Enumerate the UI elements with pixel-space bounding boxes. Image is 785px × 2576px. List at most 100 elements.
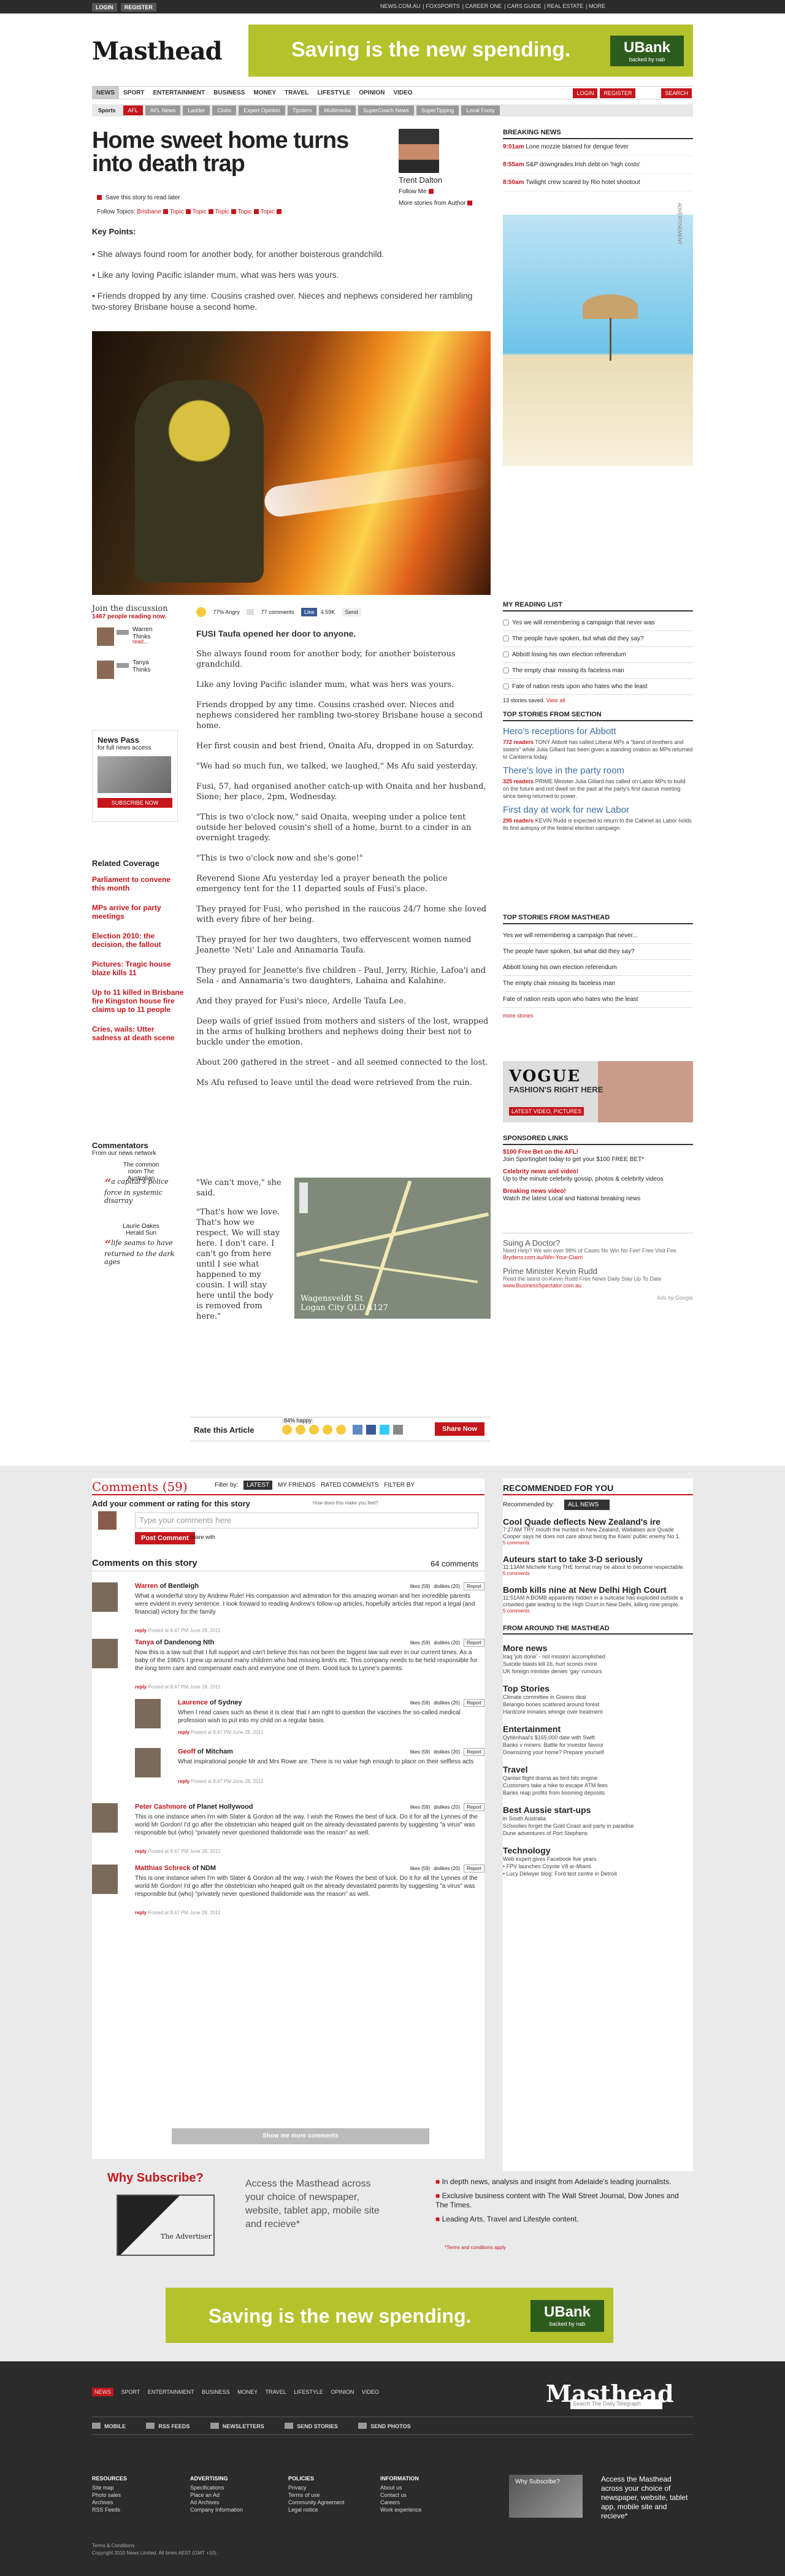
footer-nav-item[interactable]: ENTERTAINMENT — [148, 2389, 194, 2395]
nav-register-button[interactable]: REGISTER — [600, 88, 636, 98]
subnav-item[interactable]: Clubs — [212, 105, 237, 115]
newsletters-link[interactable]: NEWSLETTERS — [210, 2423, 264, 2429]
bottom-banner-ad[interactable]: Saving is the new spending. UBank backed … — [166, 2288, 613, 2343]
network-link[interactable]: NEWS.COM.AU — [380, 3, 421, 9]
subnav-item[interactable]: Ladder — [183, 105, 210, 115]
email-icon[interactable] — [353, 1425, 362, 1435]
nav-item-travel[interactable]: TRAVEL — [280, 86, 313, 99]
sad-emoji-icon[interactable] — [309, 1425, 319, 1435]
subnav-item[interactable]: SuperTipping — [416, 105, 459, 115]
surprised-emoji-icon[interactable] — [296, 1425, 305, 1435]
topic-link[interactable]: Brisbane — [137, 209, 161, 215]
reply-link[interactable]: reply — [178, 1730, 190, 1735]
terms-link[interactable]: *Terms and conditions apply — [445, 2245, 506, 2250]
dislike-link[interactable]: dislikes (20) — [434, 1700, 460, 1706]
footer-nav-item[interactable]: NEWS — [92, 2388, 113, 2396]
like-link[interactable]: likes (59) — [410, 1700, 430, 1706]
breaking-item[interactable]: 9:01am Lone mozzie blamed for dengue fev… — [503, 143, 693, 156]
subscribe-button[interactable]: SUBSCRIBE NOW — [98, 798, 172, 808]
report-button[interactable]: Report — [463, 1582, 484, 1590]
subnav-item[interactable]: Multimedia — [319, 105, 356, 115]
author-avatar[interactable] — [399, 129, 439, 173]
reply-link[interactable]: reply — [135, 1849, 147, 1854]
footer-why-subscribe[interactable]: Why Subscribe? Access the Masthead acros… — [509, 2475, 693, 2520]
report-button[interactable]: Report — [463, 1865, 484, 1873]
footer-nav-item[interactable]: SPORT — [121, 2389, 140, 2395]
related-link[interactable]: MPs arrive for party meetings — [92, 903, 184, 921]
section-story[interactable]: First day at work for new Labor 295 reade… — [503, 805, 693, 832]
related-link[interactable]: Cries, wails: Utter sadness at death sce… — [92, 1025, 184, 1042]
rss-link[interactable]: RSS FEEDS — [146, 2423, 190, 2429]
nav-item-sport[interactable]: SPORT — [119, 86, 148, 99]
network-link[interactable]: FOXSPORTS — [426, 3, 459, 9]
comments-link[interactable]: 77 comments — [261, 609, 294, 615]
like-link[interactable]: likes (59) — [410, 1584, 430, 1589]
subscribe-message[interactable]: Access the Masthead across your choice o… — [245, 2177, 380, 2231]
happy-emoji-icon[interactable] — [282, 1425, 292, 1435]
reply-link[interactable]: reply — [135, 1628, 147, 1633]
author-name[interactable]: Trent Dalton — [399, 175, 497, 185]
footer-search-input[interactable]: Search The Daily Telegraph — [570, 2399, 662, 2409]
recommended-story[interactable]: Bomb kills nine at New Delhi High Court 1… — [503, 1585, 693, 1614]
send-photos-link[interactable]: SEND PHOTOS — [358, 2423, 410, 2429]
nav-item-news[interactable]: NEWS — [92, 86, 119, 99]
reading-item[interactable]: The empty chair missing its faceless man — [503, 663, 693, 679]
recommended-story[interactable]: Auteurs start to take 3-D seriously 11:13… — [503, 1554, 693, 1576]
related-link[interactable]: Parliament to convene this month — [92, 875, 184, 892]
network-link[interactable]: REAL ESTATE — [547, 3, 583, 9]
breaking-item[interactable]: 8:50am Twilight crew scared by Rio hotel… — [503, 178, 693, 191]
reading-item[interactable]: Yes we will remembering a campaign that … — [503, 615, 693, 631]
section-story[interactable]: Hero's receptions for Abbott 772 readers … — [503, 726, 693, 761]
story-link[interactable]: Fate of nation rests upon who hates who … — [503, 992, 693, 1008]
related-link[interactable]: Election 2010: the decision, the fallout — [92, 932, 184, 949]
filter-friends[interactable]: MY FRIENDS — [278, 1482, 316, 1489]
location-map[interactable]: Wagensveldt St Logan City QLD 4127 — [294, 1178, 491, 1319]
nav-login-button[interactable]: LOGIN — [573, 88, 598, 98]
network-link[interactable]: CAREER ONE — [465, 3, 502, 9]
send-button[interactable]: Send — [342, 608, 361, 616]
dislike-link[interactable]: dislikes (20) — [434, 1866, 460, 1871]
like-link[interactable]: likes (59) — [410, 1749, 430, 1755]
show-more-comments-button[interactable]: Show me more comments — [172, 2128, 429, 2144]
facebook-like-button[interactable]: Like — [301, 608, 318, 616]
topic-link[interactable]: Topic — [260, 209, 274, 215]
footer-nav-item[interactable]: MONEY — [237, 2389, 258, 2395]
subnav-item[interactable]: SuperCoach News — [358, 105, 415, 115]
commentator[interactable]: The common room The Australian a capital… — [92, 1162, 184, 1217]
topic-link[interactable]: Topic — [192, 209, 206, 215]
mobile-link[interactable]: MOBILE — [92, 2423, 126, 2429]
report-button[interactable]: Report — [463, 1748, 484, 1756]
reading-item[interactable]: Abbott losing his own election referendu… — [503, 647, 693, 663]
story-link[interactable]: Yes we will remembering a campaign that … — [503, 928, 693, 944]
nav-item-opinion[interactable]: OPINION — [354, 86, 389, 99]
topic-link[interactable]: Topic — [215, 209, 229, 215]
footer-nav-item[interactable]: VIDEO — [362, 2389, 379, 2395]
like-link[interactable]: likes (59) — [410, 1866, 430, 1871]
reading-item[interactable]: Fate of nation rests upon who hates who … — [503, 679, 693, 695]
site-logo[interactable]: Masthead — [92, 37, 223, 66]
print-icon[interactable] — [393, 1425, 403, 1435]
network-link[interactable]: CARS GUIDE — [507, 3, 542, 9]
topic-link[interactable]: Topic — [169, 209, 183, 215]
topbar-login-button[interactable]: LOGIN — [92, 3, 117, 12]
breaking-item[interactable]: 8:55am S&P downgrades Irish debt on 'hig… — [503, 161, 693, 174]
related-link[interactable]: Up to 11 killed in Brisbane fire Kingsto… — [92, 988, 184, 1014]
nav-item-business[interactable]: BUSINESS — [209, 86, 249, 99]
view-all-link[interactable]: View all — [546, 697, 565, 703]
vogue-ad[interactable]: VOGUE FASHION'S RIGHT HERE LATEST VIDEO,… — [503, 1061, 693, 1122]
recommended-story[interactable]: Cool Quade deflects New Zealand's ire 7:2… — [503, 1517, 693, 1546]
filter-latest[interactable]: LATEST — [243, 1481, 273, 1490]
story-link[interactable]: The empty chair missing its faceless man — [503, 976, 693, 992]
follow-author-link[interactable]: Follow Me — [399, 188, 497, 195]
top-banner-ad[interactable]: Saving is the new spending. UBank backed … — [248, 25, 693, 77]
filter-rated[interactable]: RATED COMMENTS — [321, 1482, 378, 1489]
more-stories-link[interactable]: more stories — [503, 1013, 693, 1019]
dislike-link[interactable]: dislikes (20) — [434, 1584, 460, 1589]
facebook-icon[interactable] — [366, 1425, 376, 1435]
vogue-video-button[interactable]: LATEST VIDEO, PICTURES — [509, 1107, 584, 1116]
laughing-emoji-icon[interactable] — [336, 1425, 346, 1435]
nav-item-entertainment[interactable]: ENTERTAINMENT — [148, 86, 209, 99]
like-link[interactable]: likes (59) — [410, 1804, 430, 1810]
twitter-icon[interactable] — [380, 1425, 389, 1435]
story-link[interactable]: Abbott losing his own election referendu… — [503, 960, 693, 976]
